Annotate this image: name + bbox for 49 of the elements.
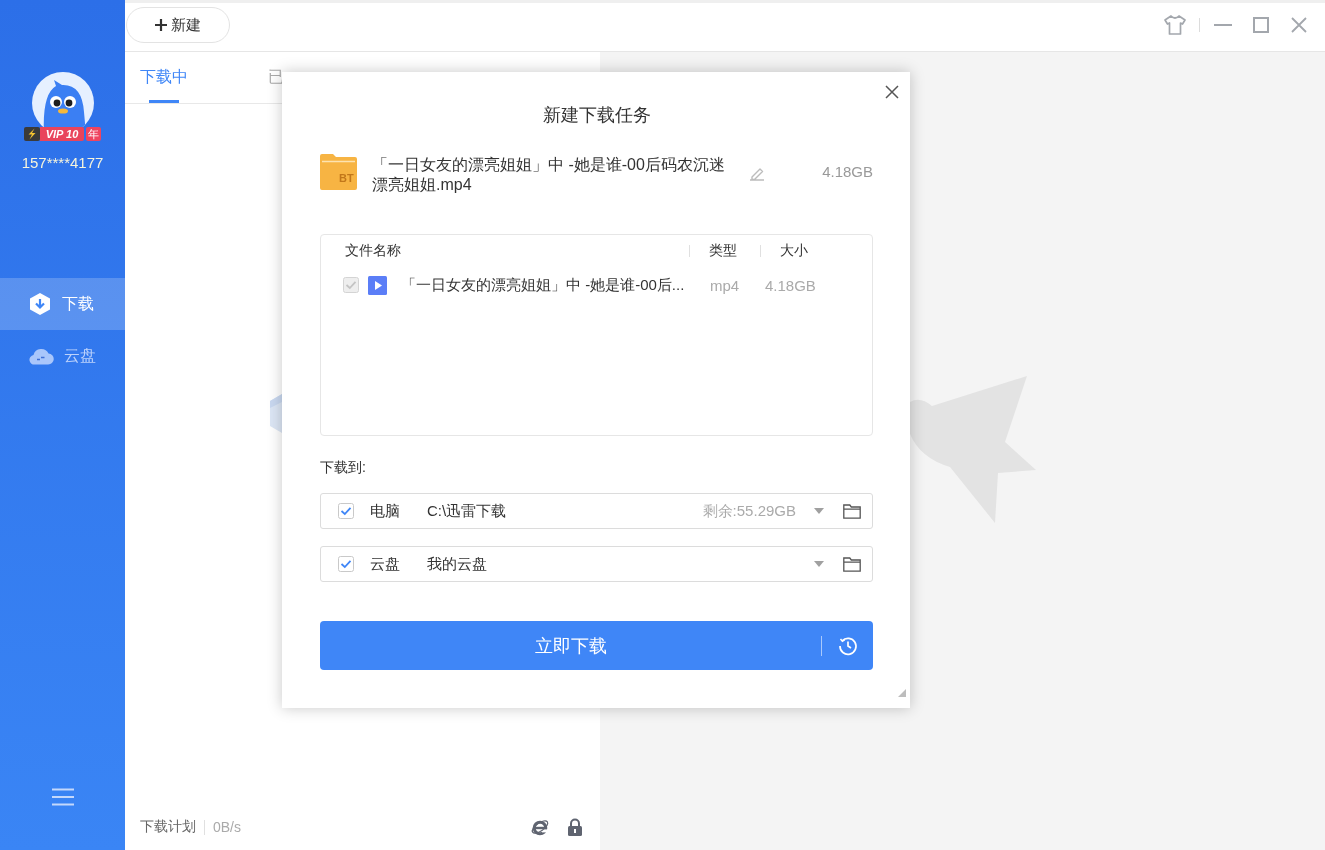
vip-year-label: 年 (86, 127, 102, 141)
close-icon[interactable] (885, 85, 899, 99)
file-name-cell: 「一日女友的漂亮姐姐」中 -她是谁-00后... (401, 275, 685, 295)
resize-grip-icon[interactable] (898, 689, 906, 697)
folder-icon[interactable] (843, 503, 861, 519)
bird-avatar-icon[interactable] (31, 72, 94, 127)
file-size-cell-text: 4.18GB (764, 276, 816, 294)
destination-label: 电脑 (370, 501, 401, 521)
shirt-icon[interactable] (1163, 14, 1187, 36)
file-type-cell-text: mp4 (709, 276, 741, 294)
lightning-icon (23, 127, 40, 141)
tab[interactable]: 下载中 (140, 52, 188, 103)
plus-icon (155, 19, 167, 31)
file-name: 「一日女友的漂亮姐姐」中 -她是谁-00后码农沉迷漂亮姐姐.mp4 (372, 155, 726, 195)
lock-icon[interactable] (567, 818, 583, 836)
download-plan-link[interactable]: 下载计划 (140, 818, 196, 836)
folder-icon[interactable] (843, 556, 861, 572)
dialog-title: 新建下载任务 (542, 104, 651, 127)
clock-icon[interactable] (837, 635, 858, 656)
file-type-label: BT (339, 172, 354, 185)
destination-label: 云盘 (370, 554, 401, 574)
destination-path: 我的云盘 (427, 554, 487, 574)
download-now-button[interactable]: 立即下载 (320, 621, 873, 670)
column-header: 大小 (779, 242, 808, 260)
account-name: 157****4177 (21, 153, 104, 173)
file-size: 4.18GB (822, 163, 873, 180)
browser-icon[interactable] (530, 817, 550, 837)
nav-item[interactable]: 下载 (0, 278, 125, 330)
empty-state-drawing (270, 393, 282, 433)
menu-icon[interactable] (51, 788, 74, 806)
free-space-text: 剩余:55.29GB (702, 501, 796, 521)
nav-item[interactable]: 云盘 (0, 330, 125, 382)
destination-field[interactable]: 云盘 我的云盘 (320, 546, 873, 582)
destination-field[interactable]: 电脑 C:\迅雷下载 剩余:55.29GB (320, 493, 873, 529)
checkbox[interactable] (338, 503, 354, 519)
video-file-icon (368, 275, 387, 295)
destination-path: C:\迅雷下载 (427, 501, 507, 521)
column-header: 类型 (708, 242, 738, 260)
checkbox[interactable] (338, 556, 354, 572)
download-speed: 0B/s (213, 819, 241, 835)
download-icon (28, 292, 52, 316)
dropdown-caret-icon[interactable] (814, 508, 824, 514)
vip-level-label: VIP 10 (39, 127, 85, 141)
save-to-label: 下载到: (320, 458, 367, 477)
new-task-button[interactable]: 新建 (126, 7, 230, 43)
dropdown-caret-icon[interactable] (814, 561, 824, 567)
cloud-icon (28, 347, 54, 365)
column-header: 文件名称 (344, 242, 402, 260)
maximize-icon[interactable] (1253, 17, 1269, 33)
